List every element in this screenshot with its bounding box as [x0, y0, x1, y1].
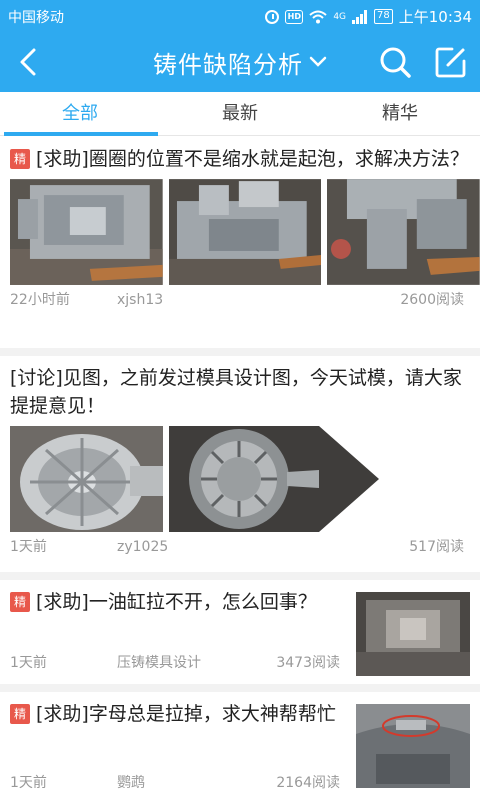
edit-icon[interactable] [434, 45, 468, 79]
tab-all[interactable]: 全部 [0, 92, 160, 136]
post-time: 1天前 [10, 655, 47, 671]
post-image[interactable] [10, 179, 163, 285]
post-author[interactable]: zy1025 [117, 532, 168, 562]
featured-badge: 精 [10, 704, 30, 724]
post-title: [求助]一油缸拉不开，怎么回事？ [36, 591, 317, 613]
search-icon[interactable] [378, 45, 412, 79]
post-time: 1天前 [10, 775, 47, 791]
post-read-count: 2600阅读 [400, 292, 464, 308]
tab-bar: 全部 最新 精华 [0, 92, 480, 136]
post-time: 1天前 [10, 539, 47, 555]
post-meta: 1天前 鹦鹉 2164阅读 [0, 768, 340, 798]
carrier-name: 中国移动 [8, 10, 64, 26]
post-meta: 1天前 压铸模具设计 3473阅读 [0, 648, 340, 678]
post-read-count: 2164阅读 [276, 775, 340, 791]
post-item[interactable]: [讨论]见图，之前发过模具设计图，今天试模，请大家提提意见！ 1天前 zy102… [0, 356, 480, 580]
battery-level: 78 [374, 9, 393, 24]
hd-icon: HD [285, 9, 304, 24]
post-author[interactable]: xjsh13 [117, 285, 163, 315]
post-item[interactable]: 精 [求助]一油缸拉不开，怎么回事？ 1天前 压铸模具设计 3473阅读 [0, 580, 480, 692]
featured-badge: 精 [10, 149, 30, 169]
post-title-row: [讨论]见图，之前发过模具设计图，今天试模，请大家提提意见！ [0, 356, 480, 420]
post-author[interactable]: 鹦鹉 [117, 768, 145, 798]
post-title: [求助]字母总是拉掉，求大神帮帮忙 [36, 703, 336, 725]
post-feed: 精 [求助]圈圈的位置不是缩水就是起泡，求解决方法？ 22小时前 xjsh13 … [0, 137, 480, 800]
app-header: 铸件缺陷分析 [0, 32, 480, 92]
wifi-icon [309, 10, 327, 23]
featured-badge: 精 [10, 592, 30, 612]
page-title: 铸件缺陷分析 [153, 50, 303, 79]
post-read-count: 517阅读 [409, 539, 464, 555]
post-image[interactable] [356, 704, 470, 788]
post-thumbnails [0, 173, 480, 285]
post-title: [求助]圈圈的位置不是缩水就是起泡，求解决方法？ [36, 148, 469, 170]
signal-icon [352, 9, 368, 24]
post-item[interactable]: 精 [求助]圈圈的位置不是缩水就是起泡，求解决方法？ 22小时前 xjsh13 … [0, 137, 480, 356]
post-read-count: 3473阅读 [276, 655, 340, 671]
post-image[interactable] [169, 426, 381, 532]
post-title: [讨论]见图，之前发过模具设计图，今天试模，请大家提提意见！ [10, 367, 462, 417]
post-image[interactable] [168, 179, 322, 285]
post-author[interactable]: 压铸模具设计 [117, 648, 201, 678]
network-type: 4G [333, 11, 347, 22]
clock: 上午10:34 [398, 8, 472, 26]
post-thumbnails [0, 420, 480, 532]
post-item[interactable]: 精 [求助]字母总是拉掉，求大神帮帮忙 1天前 鹦鹉 2164阅读 [0, 692, 480, 800]
post-time: 22小时前 [10, 292, 70, 308]
tab-latest[interactable]: 最新 [160, 92, 320, 135]
post-meta: 22小时前 xjsh13 2600阅读 [0, 285, 480, 315]
status-bar: 中国移动 HD 4G 78 上午10:34 [0, 0, 480, 32]
post-image[interactable] [327, 179, 480, 285]
alarm-icon [265, 9, 280, 24]
post-title-row: 精 [求助]圈圈的位置不是缩水就是起泡，求解决方法？ [0, 137, 480, 173]
post-image[interactable] [356, 592, 470, 676]
post-image[interactable] [10, 426, 163, 532]
status-icons: HD 4G 78 上午10:34 [265, 6, 472, 27]
chevron-down-icon [309, 56, 327, 67]
tab-featured[interactable]: 精华 [320, 92, 480, 135]
post-meta: 1天前 zy1025 517阅读 [0, 532, 480, 562]
